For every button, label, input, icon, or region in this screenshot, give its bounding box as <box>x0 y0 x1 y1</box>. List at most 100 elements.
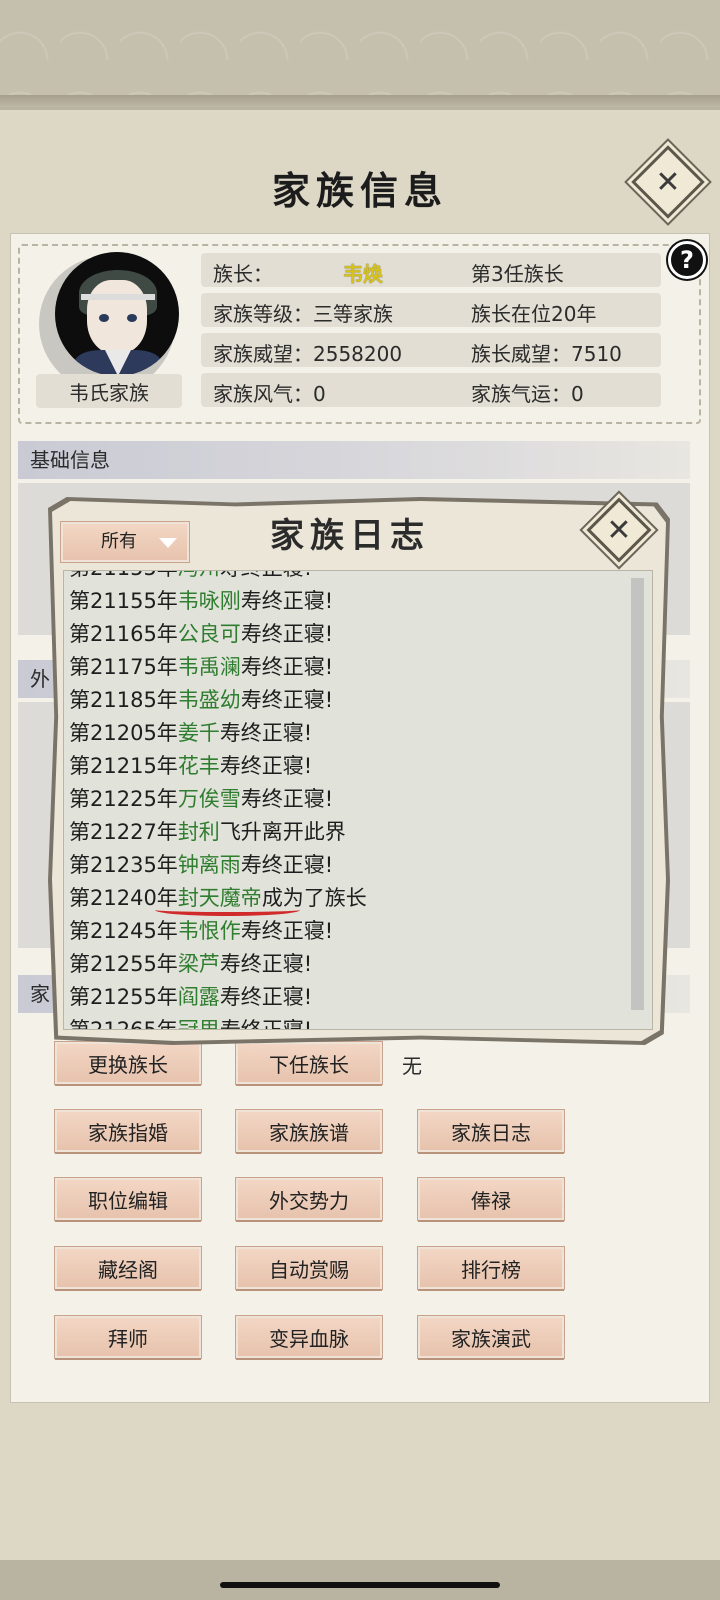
log-entry-event: 寿终正寝! <box>240 853 334 877</box>
genealogy-button[interactable]: 家族族谱 <box>236 1110 382 1152</box>
log-entry-event: 寿终正寝! <box>219 952 313 976</box>
next-leader-value: 无 <box>402 1054 422 1078</box>
log-filter-value: 所有 <box>101 531 137 552</box>
log-entry-year: 第21165年 <box>69 622 178 646</box>
log-entry-name[interactable]: 冯州 <box>178 571 220 580</box>
log-entry-year: 第21185年 <box>69 688 178 712</box>
log-entry: 第21240年封天魔帝成为了族长 <box>69 882 629 915</box>
log-entry-year: 第21155年 <box>69 571 178 580</box>
log-entry-name[interactable]: 韦咏刚 <box>178 589 241 613</box>
family-level: 家族等级：三等家族 <box>213 302 393 326</box>
family-name: 韦氏家族 <box>36 374 182 408</box>
log-entry-name[interactable]: 公良可 <box>178 622 241 646</box>
help-icon[interactable]: ? <box>668 241 706 279</box>
leader-name[interactable]: 韦焕 <box>343 258 383 287</box>
log-entry: 第21245年韦恨作寿终正寝! <box>69 915 629 948</box>
log-entry-name[interactable]: 花丰 <box>178 754 220 778</box>
page-title: 家族信息 <box>271 168 448 213</box>
log-entry-name[interactable]: 梁芦 <box>178 952 220 976</box>
log-entry-name[interactable]: 冠里 <box>178 1018 220 1029</box>
leader-prestige: 族长威望：7510 <box>471 342 622 366</box>
log-entry: 第21235年钟离雨寿终正寝! <box>69 849 629 882</box>
level-row: 家族等级：三等家族 族长在位20年 <box>201 293 661 327</box>
positions-button[interactable]: 职位编辑 <box>55 1178 201 1220</box>
log-entry-event: 寿终正寝! <box>219 1018 313 1030</box>
log-entry-year: 第21225年 <box>69 787 178 811</box>
log-entry-name[interactable]: 韦盛幼 <box>178 688 241 712</box>
log-entry-year: 第21265年 <box>69 1018 178 1030</box>
log-entry-event: 寿终正寝! <box>220 571 312 580</box>
log-entry-event: 寿终正寝! <box>240 919 334 943</box>
log-entry: 第21175年韦禹澜寿终正寝! <box>69 651 629 684</box>
red-underline-annotation <box>155 904 300 916</box>
log-entry: 第21227年封利飞升离开此界 <box>69 816 629 849</box>
log-entry: 第21165年公良可寿终正寝! <box>69 618 629 651</box>
log-entry-name[interactable]: 万俟雪 <box>178 787 241 811</box>
triangle-down-icon <box>159 538 177 548</box>
log-entry-year: 第21255年 <box>69 952 178 976</box>
close-icon: ✕ <box>606 512 632 548</box>
log-entry: 第21255年阎露寿终正寝! <box>69 981 629 1014</box>
log-entry-name[interactable]: 阎露 <box>178 985 220 1009</box>
library-button[interactable]: 藏经阁 <box>55 1247 201 1289</box>
log-entry-event: 寿终正寝! <box>219 754 313 778</box>
next-leader-button[interactable]: 下任族长 <box>236 1042 382 1084</box>
log-entry-event: 寿终正寝! <box>240 655 334 679</box>
master-button[interactable]: 拜师 <box>55 1316 201 1358</box>
close-icon: ✕ <box>655 164 681 200</box>
log-entry-name[interactable]: 韦禹澜 <box>178 655 241 679</box>
log-entry: 第21205年姜千寿终正寝! <box>69 717 629 750</box>
home-indicator[interactable] <box>220 1582 500 1588</box>
log-entry-event: 寿终正寝! <box>240 688 334 712</box>
log-entry-year: 第21235年 <box>69 853 178 877</box>
family-log-button[interactable]: 家族日志 <box>418 1110 564 1152</box>
log-entry-event: 寿终正寝! <box>219 721 313 745</box>
leader-tenure: 族长在位20年 <box>471 302 597 326</box>
log-entry-year: 第21245年 <box>69 919 178 943</box>
log-entry-name[interactable]: 钟离雨 <box>178 853 241 877</box>
log-entry-year: 第21205年 <box>69 721 178 745</box>
avatar-face <box>87 280 147 354</box>
log-entries: 第21155年冯州寿终正寝!第21155年韦咏刚寿终正寝!第21165年公良可寿… <box>69 571 629 1030</box>
log-entry-name[interactable]: 姜千 <box>178 721 220 745</box>
style-row: 家族风气：0 家族气运：0 <box>201 373 661 407</box>
log-entry-name[interactable]: 韦恨作 <box>178 919 241 943</box>
log-entry: 第21155年韦咏刚寿终正寝! <box>69 585 629 618</box>
log-entry-name[interactable]: 封利 <box>178 820 220 844</box>
prestige-row: 家族威望：2558200 族长威望：7510 <box>201 333 661 367</box>
section-basic-info: 基础信息 <box>18 441 690 479</box>
log-dialog-title: 家族日志 <box>270 516 430 556</box>
log-filter-select[interactable]: 所有 <box>61 522 189 562</box>
log-entry-event: 寿终正寝! <box>219 985 313 1009</box>
avatar[interactable] <box>55 252 179 376</box>
log-entry-event: 飞升离开此界 <box>219 820 346 844</box>
leader-label: 族长： <box>213 262 273 286</box>
log-entry-year: 第21215年 <box>69 754 178 778</box>
leader-order: 第3任族长 <box>471 262 564 286</box>
log-entry: 第21265年冠里寿终正寝! <box>69 1014 629 1030</box>
bloodline-button[interactable]: 变异血脉 <box>236 1316 382 1358</box>
auto-reward-button[interactable]: 自动赏赐 <box>236 1247 382 1289</box>
martial-button[interactable]: 家族演武 <box>418 1316 564 1358</box>
ranking-button[interactable]: 排行榜 <box>418 1247 564 1289</box>
marriage-button[interactable]: 家族指婚 <box>55 1110 201 1152</box>
top-decor-band <box>0 95 720 107</box>
diplomacy-button[interactable]: 外交势力 <box>236 1178 382 1220</box>
avatar-eye <box>99 314 109 322</box>
log-entry-event: 寿终正寝! <box>240 622 334 646</box>
avatar-headband <box>81 294 155 300</box>
log-list[interactable]: 第21155年冯州寿终正寝!第21155年韦咏刚寿终正寝!第21165年公良可寿… <box>63 570 653 1030</box>
log-entry-year: 第21227年 <box>69 820 178 844</box>
log-entry-year: 第21255年 <box>69 985 178 1009</box>
log-entry-year: 第21155年 <box>69 589 178 613</box>
log-scrollbar[interactable] <box>631 578 644 1010</box>
family-fortune: 家族气运：0 <box>471 382 584 406</box>
log-entry-event: 寿终正寝! <box>240 787 334 811</box>
log-entry: 第21225年万俟雪寿终正寝! <box>69 783 629 816</box>
log-entry: 第21255年梁芦寿终正寝! <box>69 948 629 981</box>
top-decor <box>0 0 720 100</box>
log-entry-year: 第21175年 <box>69 655 178 679</box>
log-entry: 第21215年花丰寿终正寝! <box>69 750 629 783</box>
change-leader-button[interactable]: 更换族长 <box>55 1042 201 1084</box>
salary-button[interactable]: 俸禄 <box>418 1178 564 1220</box>
